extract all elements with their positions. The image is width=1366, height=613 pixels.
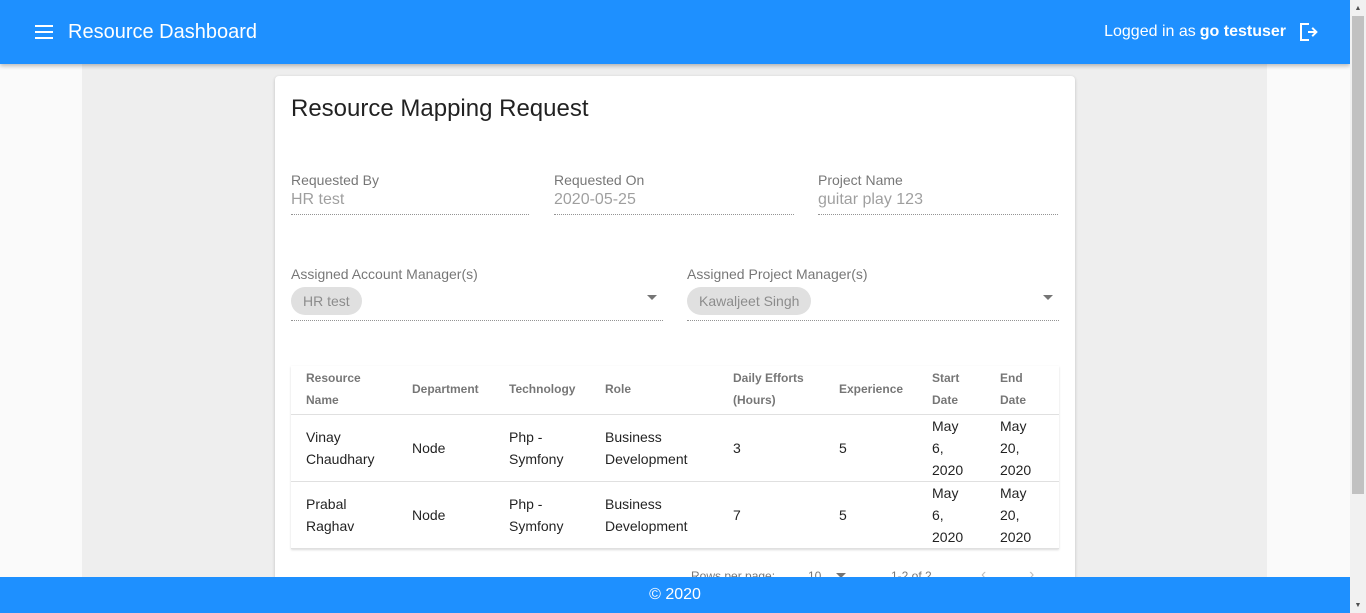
cell-role: Business Development — [590, 481, 718, 549]
col-header-daily-efforts[interactable]: Daily Efforts (Hours) — [718, 366, 824, 415]
cell-start-date: May 6, 2020 — [917, 481, 985, 549]
requested-by-label: Requested By — [291, 172, 379, 188]
requested-on-value: 2020-05-25 — [554, 189, 794, 215]
cell-department: Node — [397, 414, 494, 482]
cell-daily-efforts: 7 — [718, 481, 824, 549]
scrollbar-thumb[interactable] — [1352, 16, 1364, 494]
app-header: Resource Dashboard Logged in as go testu… — [0, 0, 1350, 64]
requested-by-field: Requested By HR test — [291, 171, 529, 215]
cell-end-date: May 20, 2020 — [985, 414, 1059, 482]
requested-by-value: HR test — [291, 189, 529, 215]
project-manager-select[interactable]: Assigned Project Manager(s) Kawaljeet Si… — [687, 265, 1059, 321]
cell-start-date: May 6, 2020 — [917, 414, 985, 482]
menu-icon[interactable] — [32, 20, 56, 44]
account-manager-chip: HR test — [291, 287, 362, 315]
project-name-label: Project Name — [818, 172, 903, 188]
logout-icon[interactable] — [1296, 20, 1320, 44]
col-header-department[interactable]: Department — [397, 366, 494, 415]
table-row[interactable]: Prabal Raghav Node Php - Symfony Business D… — [291, 481, 1059, 549]
cell-experience: 5 — [824, 414, 917, 482]
col-header-role[interactable]: Role — [590, 366, 718, 415]
requested-on-field: Requested On 2020-05-25 — [554, 171, 794, 215]
page-scrollbar[interactable]: ▲ ▼ — [1350, 0, 1366, 613]
app-footer: © 2020 — [0, 577, 1350, 613]
app-title: Resource Dashboard — [68, 20, 257, 43]
table-row[interactable]: Vinay Chaudhary Node Php - Symfony Busines… — [291, 414, 1059, 482]
login-status: Logged in as go testuser — [1104, 20, 1320, 44]
cell-end-date: May 20, 2020 — [985, 481, 1059, 549]
col-header-resource-name[interactable]: Resource Name — [291, 366, 397, 415]
cell-resource-name: Prabal Raghav — [291, 481, 397, 549]
account-manager-input[interactable]: HR test — [291, 283, 663, 321]
copyright-text: © 2020 — [649, 586, 701, 603]
col-header-end-date[interactable]: End Date — [985, 366, 1059, 415]
project-name-field: Project Name guitar play 123 — [818, 171, 1058, 215]
col-header-start-date[interactable]: Start Date — [917, 366, 985, 415]
cell-technology: Php - Symfony — [494, 481, 590, 549]
dropdown-arrow-icon[interactable] — [1043, 295, 1053, 300]
card-title: Resource Mapping Request — [291, 95, 589, 122]
logged-in-prefix: Logged in as — [1104, 23, 1196, 40]
username: go testuser — [1199, 23, 1286, 40]
cell-resource-name: Vinay Chaudhary — [291, 414, 397, 482]
dropdown-arrow-icon[interactable] — [647, 295, 657, 300]
cell-experience: 5 — [824, 481, 917, 549]
requested-on-label: Requested On — [554, 172, 645, 188]
project-manager-input[interactable]: Kawaljeet Singh — [687, 283, 1059, 321]
account-manager-select[interactable]: Assigned Account Manager(s) HR test — [291, 265, 663, 321]
col-header-technology[interactable]: Technology — [494, 366, 590, 415]
account-manager-label: Assigned Account Manager(s) — [291, 266, 478, 282]
table-header-row: Resource Name Department Technology Role … — [291, 366, 1059, 415]
resource-mapping-card: Resource Mapping Request Requested By HR… — [275, 76, 1075, 613]
col-header-experience[interactable]: Experience — [824, 366, 917, 415]
cell-role: Business Development — [590, 414, 718, 482]
project-name-value: guitar play 123 — [818, 189, 1058, 215]
cell-daily-efforts: 3 — [718, 414, 824, 482]
scroll-up-icon[interactable]: ▲ — [1350, 0, 1366, 16]
resource-table: Resource Name Department Technology Role … — [291, 366, 1059, 549]
cell-technology: Php - Symfony — [494, 414, 590, 482]
project-manager-label: Assigned Project Manager(s) — [687, 266, 868, 282]
cell-department: Node — [397, 481, 494, 549]
scroll-down-icon[interactable]: ▼ — [1350, 597, 1366, 613]
project-manager-chip: Kawaljeet Singh — [687, 287, 812, 315]
